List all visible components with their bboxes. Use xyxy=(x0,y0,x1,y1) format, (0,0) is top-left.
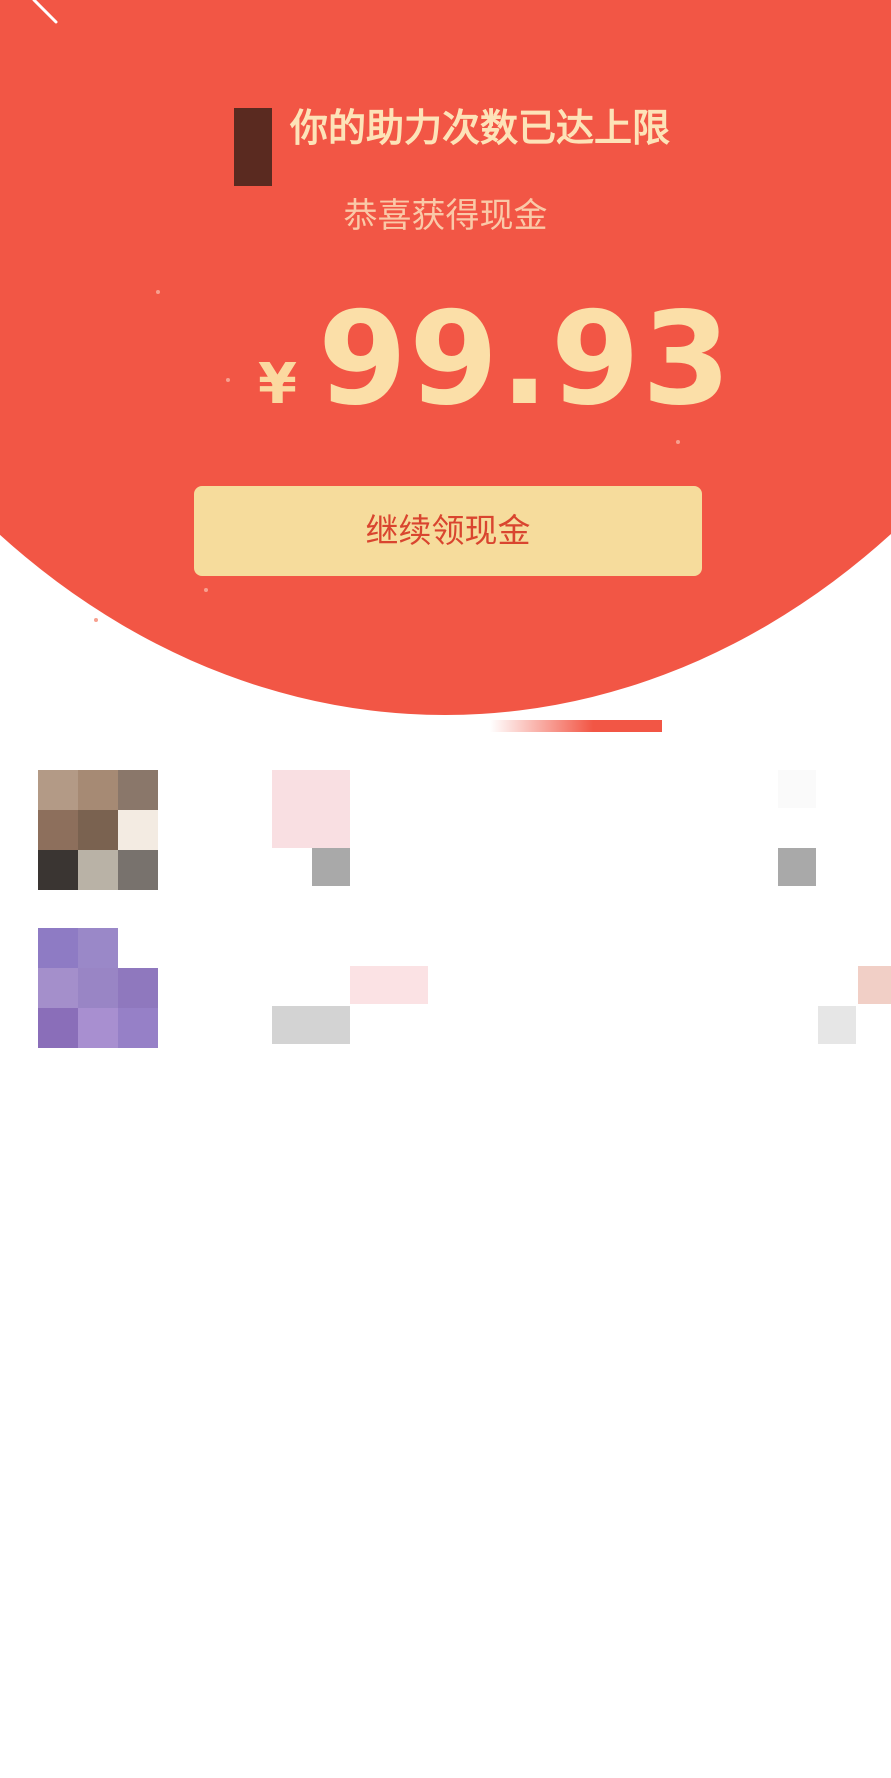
continue-cash-button[interactable]: 继续领现金 xyxy=(194,486,702,576)
sparkle-decoration xyxy=(676,440,680,444)
pixelated-avatar xyxy=(38,928,158,1048)
title-row: 你的助力次数已达上限 xyxy=(0,100,891,186)
decorative-strip xyxy=(490,720,662,732)
blurred-name xyxy=(272,770,350,848)
blurred-status xyxy=(778,848,816,886)
reward-subtitle: 恭喜获得现金 xyxy=(343,196,548,236)
blurred-detail xyxy=(272,1006,350,1044)
pixelated-avatar xyxy=(38,770,158,890)
blurred-status-bottom xyxy=(818,1006,856,1044)
list-item[interactable] xyxy=(0,928,891,1048)
amount-value: 99.93 xyxy=(318,285,733,434)
blurred-name xyxy=(350,966,428,1004)
user-avatar xyxy=(234,108,272,186)
list-item[interactable] xyxy=(0,770,891,890)
blurred-detail xyxy=(312,848,350,886)
sparkle-decoration xyxy=(94,618,98,622)
sparkle-decoration xyxy=(204,588,208,592)
page: 你的助力次数已达上限 恭喜获得现金 ¥ 99.93 继续领现金 xyxy=(0,0,891,1778)
page-title: 你的助力次数已达上限 xyxy=(290,106,671,150)
currency-symbol: ¥ xyxy=(258,352,297,417)
blurred-status-top xyxy=(778,770,816,808)
blurred-status xyxy=(858,966,891,1004)
cash-amount: ¥ 99.93 xyxy=(0,290,891,430)
back-arrow-icon[interactable] xyxy=(30,0,70,24)
